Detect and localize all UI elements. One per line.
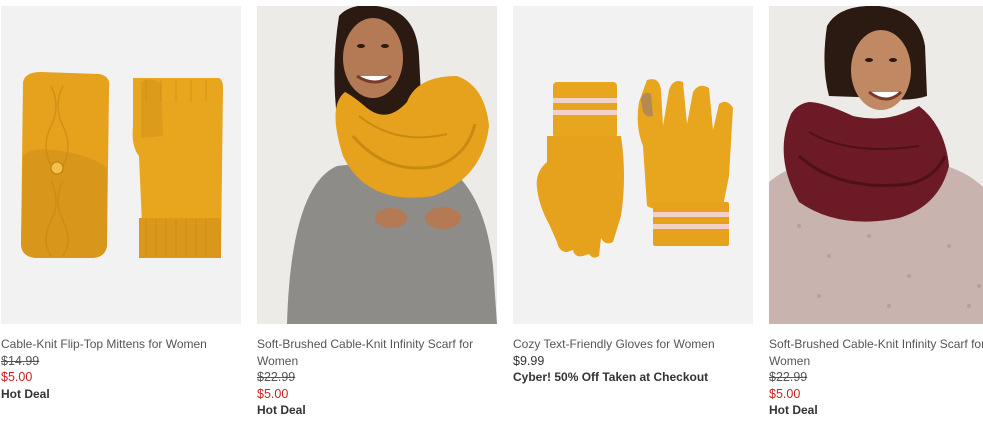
mitten-left bbox=[21, 72, 110, 258]
product-name[interactable]: Soft-Brushed Cable-Knit Infinity Scarf f… bbox=[257, 336, 497, 369]
promo-badge: Cyber! 50% Off Taken at Checkout bbox=[513, 370, 709, 384]
product-card[interactable]: Cozy Text-Friendly Gloves for Women $9.9… bbox=[513, 6, 753, 386]
promo-badge: Hot Deal bbox=[257, 403, 306, 417]
product-image[interactable] bbox=[257, 6, 497, 324]
product-name[interactable]: Cozy Text-Friendly Gloves for Women bbox=[513, 336, 753, 353]
product-card[interactable]: Soft-Brushed Cable-Knit Infinity Scarf f… bbox=[257, 6, 497, 419]
product-grid: Cable-Knit Flip-Top Mittens for Women $1… bbox=[0, 0, 983, 435]
product-card[interactable]: Cable-Knit Flip-Top Mittens for Women $1… bbox=[1, 6, 241, 403]
original-price: $14.99 bbox=[1, 353, 40, 368]
sale-price: $5.00 bbox=[769, 386, 801, 401]
product-name[interactable]: Soft-Brushed Cable-Knit Infinity Scarf f… bbox=[769, 336, 983, 369]
price: $9.99 bbox=[513, 353, 545, 368]
promo-badge: Hot Deal bbox=[1, 386, 50, 401]
sale-price: $5.00 bbox=[257, 386, 289, 401]
sale-price: $5.00 bbox=[1, 370, 33, 384]
product-image[interactable] bbox=[513, 6, 753, 324]
promo-badge: Hot Deal bbox=[769, 403, 818, 417]
product-image[interactable] bbox=[769, 6, 983, 324]
product-image[interactable] bbox=[1, 6, 241, 324]
product-name[interactable]: Cable-Knit Flip-Top Mittens for Women bbox=[1, 336, 241, 353]
original-price: $22.99 bbox=[257, 370, 296, 384]
product-card[interactable]: Soft-Brushed Cable-Knit Infinity Scarf f… bbox=[769, 6, 983, 419]
mitten-right bbox=[132, 78, 223, 258]
original-price: $22.99 bbox=[769, 370, 808, 384]
